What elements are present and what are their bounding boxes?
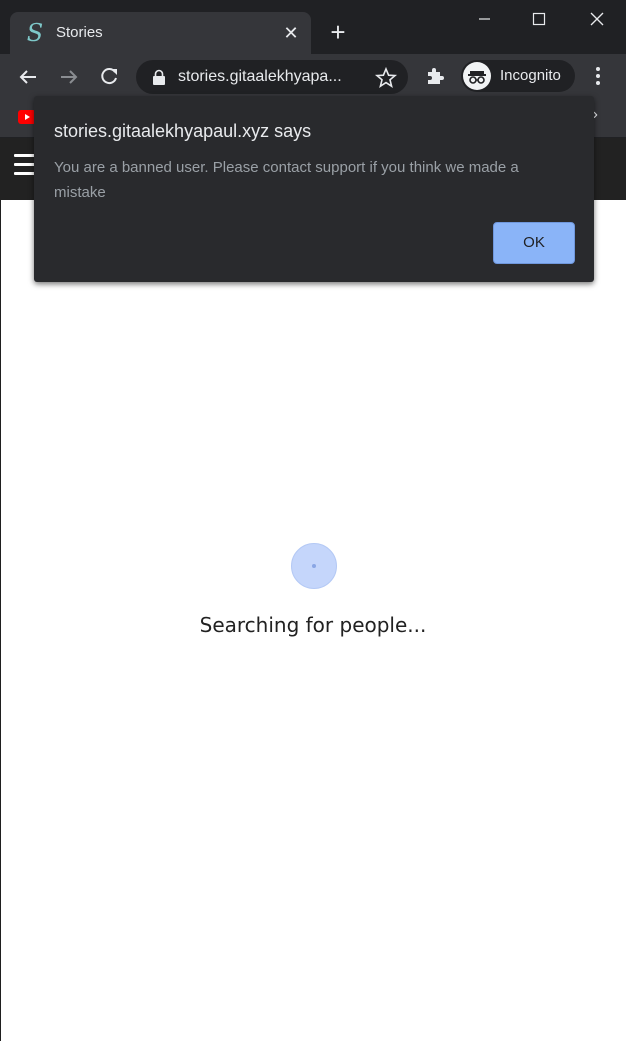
maximize-icon xyxy=(532,12,546,26)
minimize-button[interactable] xyxy=(461,6,507,34)
spinner-dot xyxy=(312,564,316,568)
profile-label: Incognito xyxy=(500,67,561,84)
browser-tab[interactable]: S Stories ✕ xyxy=(10,12,311,54)
new-tab-button[interactable]: + xyxy=(325,19,351,46)
menu-icon[interactable] xyxy=(586,64,610,88)
maximize-button[interactable] xyxy=(516,6,562,34)
back-icon xyxy=(19,70,36,84)
incognito-profile-button[interactable]: Incognito xyxy=(461,60,575,92)
minimize-icon xyxy=(479,18,490,20)
alert-dialog: stories.gitaalekhyapaul.xyz says You are… xyxy=(34,96,594,282)
extensions-icon[interactable] xyxy=(423,64,447,88)
ok-button[interactable]: OK xyxy=(493,222,575,264)
dialog-message: You are a banned user. Please contact su… xyxy=(54,159,519,201)
browser-titlebar: S Stories ✕ + xyxy=(0,0,626,54)
tab-close-icon[interactable]: ✕ xyxy=(280,22,302,44)
back-button[interactable] xyxy=(14,62,44,92)
reload-icon xyxy=(101,68,117,85)
window-close-button[interactable] xyxy=(574,6,620,34)
tab-title: Stories xyxy=(56,24,103,41)
address-url[interactable]: stories.gitaalekhyapa... xyxy=(178,68,342,86)
forward-button[interactable] xyxy=(54,62,84,92)
browser-toolbar: stories.gitaalekhyapa... Incognito xyxy=(0,54,626,100)
reload-button[interactable] xyxy=(94,62,124,92)
dialog-title: stories.gitaalekhyapaul.xyz says xyxy=(54,121,312,141)
forward-icon xyxy=(61,70,78,84)
loading-text: Searching for people... xyxy=(199,613,427,637)
lock-icon xyxy=(153,69,165,85)
incognito-icon xyxy=(463,62,491,90)
address-bar[interactable]: stories.gitaalekhyapa... xyxy=(136,60,408,94)
star-icon[interactable] xyxy=(374,66,398,90)
close-icon xyxy=(590,12,604,26)
loading-spinner xyxy=(291,543,337,589)
tab-favicon-icon: S xyxy=(26,19,44,47)
